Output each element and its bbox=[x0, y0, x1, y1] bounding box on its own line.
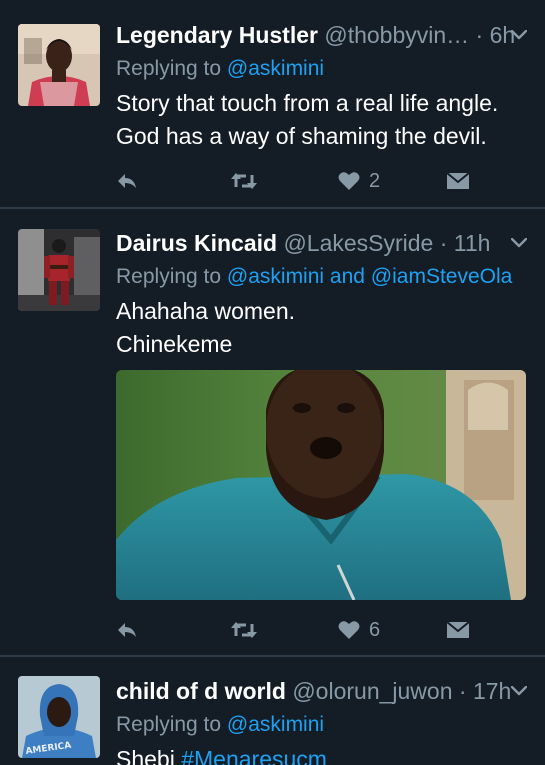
mention-link[interactable]: @askimini bbox=[227, 265, 324, 288]
envelope-icon bbox=[446, 172, 470, 189]
retweet-icon bbox=[231, 622, 257, 638]
replying-to-label: Replying to bbox=[116, 713, 227, 736]
tweet-header: Legendary Hustler @thobbyvin… · 6h bbox=[116, 19, 529, 51]
replying-to-label: Replying to bbox=[116, 57, 227, 80]
chevron-down-icon[interactable] bbox=[511, 238, 527, 248]
tweet-actions: 2 bbox=[116, 168, 476, 194]
hashtag-link[interactable]: #Menaresucm bbox=[181, 746, 327, 765]
tweet-text: Ahahaha women. Chinekeme bbox=[116, 295, 529, 361]
mention-link[interactable]: @askimini bbox=[227, 713, 324, 736]
envelope-icon bbox=[446, 621, 470, 638]
avatar[interactable]: AMERICA bbox=[18, 676, 100, 758]
heart-icon bbox=[338, 172, 360, 190]
reply-icon bbox=[118, 174, 136, 188]
tweet-text-line: God has a way of shaming the devil. bbox=[116, 123, 487, 149]
mention-joiner: and bbox=[324, 265, 371, 288]
replying-to: Replying to @askimini and @iamSteveOla bbox=[116, 259, 529, 295]
tweet-text-line: Ahahaha women. bbox=[116, 298, 296, 324]
retweet-icon bbox=[231, 173, 257, 189]
tweet-card[interactable]: Dairus Kincaid @LakesSyride · 11h Replyi… bbox=[0, 208, 545, 657]
tweet-text-line: Chinekeme bbox=[116, 331, 233, 357]
replying-to: Replying to @askimini bbox=[116, 51, 529, 87]
tweet-time[interactable]: · 11h bbox=[440, 230, 491, 256]
chevron-down-icon[interactable] bbox=[511, 30, 527, 40]
user-name[interactable]: Dairus Kincaid bbox=[116, 230, 277, 256]
chevron-down-icon[interactable] bbox=[511, 686, 527, 696]
tweet-text-line: Story that touch from a real life angle. bbox=[116, 90, 499, 116]
mention-link[interactable]: @askimini bbox=[227, 57, 324, 80]
replying-to: Replying to @askimini bbox=[116, 707, 529, 743]
replying-to-label: Replying to bbox=[116, 265, 227, 288]
tweet-text: Story that touch from a real life angle.… bbox=[116, 87, 529, 153]
retweet-button[interactable] bbox=[230, 168, 258, 194]
reply-icon bbox=[118, 623, 136, 637]
reply-button[interactable] bbox=[116, 617, 138, 643]
tweet-time[interactable]: · 17h bbox=[459, 678, 511, 704]
user-name[interactable]: child of d world bbox=[116, 678, 286, 704]
user-handle[interactable]: @LakesSyride bbox=[283, 230, 433, 256]
tweet-time[interactable]: · 6h bbox=[476, 22, 516, 48]
tweet-text-prefix: Shebi bbox=[116, 746, 182, 765]
like-count: 2 bbox=[369, 169, 381, 192]
tweet-card[interactable]: Legendary Hustler @thobbyvin… · 6h Reply… bbox=[0, 0, 545, 208]
user-name[interactable]: Legendary Hustler bbox=[116, 22, 318, 48]
like-button[interactable]: 6 bbox=[338, 617, 380, 643]
direct-message-button[interactable] bbox=[446, 617, 470, 643]
reply-button[interactable] bbox=[116, 168, 138, 194]
direct-message-button[interactable] bbox=[446, 168, 470, 194]
tweet-text: Shebi #Menaresucm bbox=[116, 743, 529, 765]
user-handle[interactable]: @olorun_juwon bbox=[292, 678, 452, 704]
tweet-header: Dairus Kincaid @LakesSyride · 11h bbox=[116, 227, 529, 259]
avatar[interactable] bbox=[18, 229, 100, 311]
retweet-button[interactable] bbox=[230, 617, 258, 643]
like-button[interactable]: 2 bbox=[338, 168, 380, 194]
tweet-actions: 6 bbox=[116, 617, 476, 643]
tweet-card[interactable]: AMERICA child of d world @olorun_juwon ·… bbox=[0, 657, 545, 765]
user-handle[interactable]: @thobbyvin… bbox=[324, 22, 469, 48]
avatar[interactable] bbox=[18, 24, 100, 106]
like-count: 6 bbox=[369, 618, 381, 641]
tweet-media-photo[interactable] bbox=[116, 370, 526, 600]
tweet-header: child of d world @olorun_juwon · 17h bbox=[116, 675, 529, 707]
mention-link[interactable]: @iamSteveOla bbox=[371, 265, 513, 288]
heart-icon bbox=[338, 621, 360, 639]
